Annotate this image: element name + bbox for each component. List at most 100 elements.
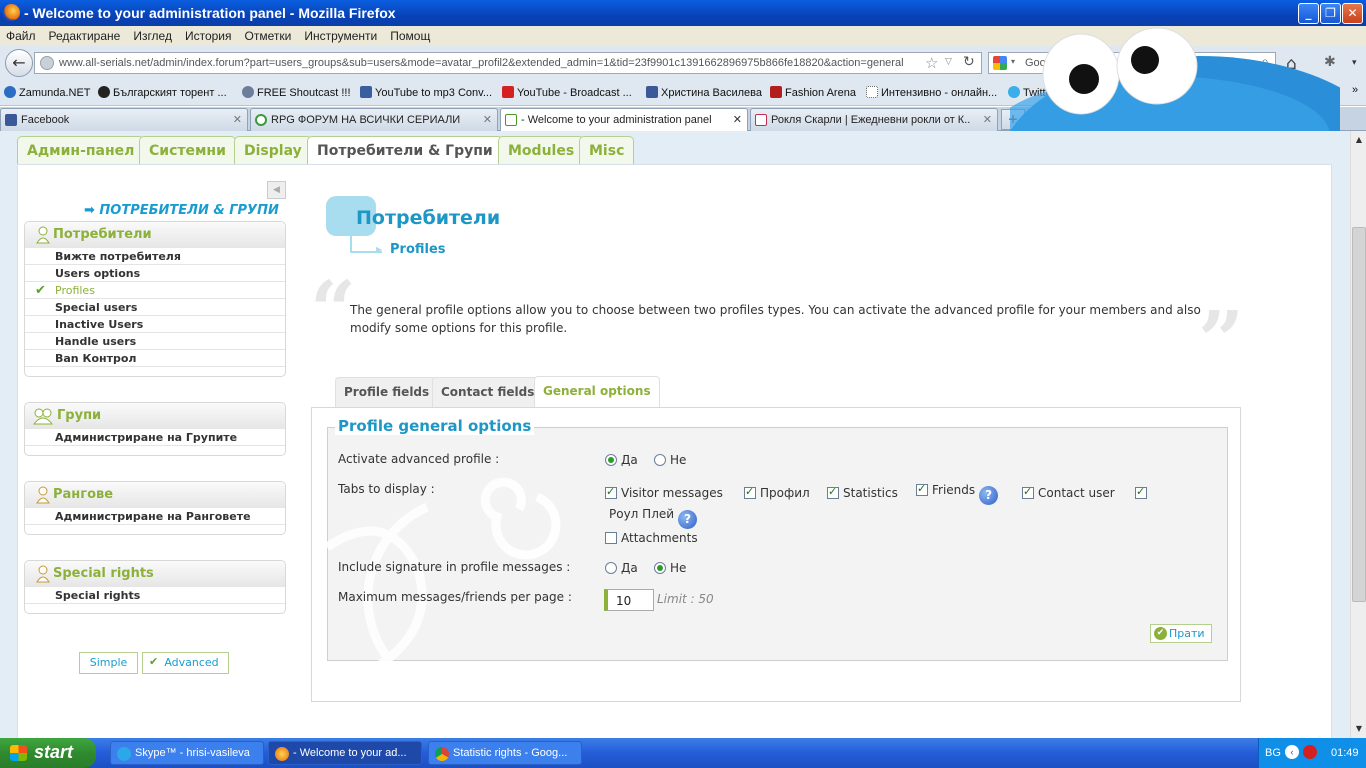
- scroll-up-icon[interactable]: ▲: [1352, 133, 1366, 147]
- checkbox[interactable]: [605, 532, 617, 544]
- tab-admin-panel-home[interactable]: Админ-панел: [17, 136, 145, 164]
- addon-icon[interactable]: ✱: [1324, 54, 1336, 70]
- simple-mode-button[interactable]: Simple: [79, 652, 138, 674]
- checkbox[interactable]: [1135, 485, 1147, 499]
- menu-tools[interactable]: Инструменти: [304, 26, 377, 43]
- max-messages-input[interactable]: 10: [604, 589, 654, 611]
- sidebar-item-special-users[interactable]: Special users: [25, 299, 285, 316]
- toolbar-overflow-icon[interactable]: ▾: [1352, 58, 1357, 68]
- bookmark-rpg-forum[interactable]: RPG ФОРУМ НА ВСИЧ...: [1182, 86, 1325, 99]
- sidebar-item-users-options[interactable]: Users options: [25, 265, 285, 282]
- page-scrollbar[interactable]: ▲ ▼: [1350, 131, 1366, 738]
- tab-display[interactable]: Display: [234, 136, 312, 164]
- search-icon[interactable]: ⌕: [1261, 54, 1269, 70]
- menu-edit[interactable]: Редактиране: [49, 26, 121, 43]
- sidebar-item-inactive-users[interactable]: Inactive Users: [25, 316, 285, 333]
- bookmark-twitter[interactable]: Twitter / Home: [1008, 86, 1094, 99]
- sidebar-item-manage-ranks[interactable]: Администриране на Ранговете: [25, 508, 285, 525]
- menu-view[interactable]: Изглед: [133, 26, 172, 43]
- notification-icon[interactable]: [1303, 745, 1317, 759]
- close-tab-icon[interactable]: ✕: [483, 113, 492, 126]
- sidebar-item-view-user[interactable]: Вижте потребителя: [25, 248, 285, 265]
- checkbox[interactable]: [744, 485, 756, 499]
- home-icon[interactable]: ⌂: [1286, 54, 1297, 74]
- sidebar-item-special-rights[interactable]: Special rights: [25, 587, 285, 604]
- bookmark-youtube-mp3[interactable]: YouTube to mp3 Conv...: [360, 86, 492, 99]
- signature-no[interactable]: Не: [654, 561, 686, 575]
- help-icon[interactable]: ?: [678, 510, 698, 529]
- reload-icon[interactable]: ↻: [963, 54, 975, 70]
- scroll-thumb[interactable]: [1352, 227, 1366, 602]
- taskbar-item-chrome[interactable]: Statistic rights - Goog...: [428, 741, 582, 765]
- advanced-mode-button[interactable]: ✔ Advanced: [142, 652, 229, 674]
- radio-button[interactable]: [654, 454, 666, 466]
- bookmark-bg-torrent[interactable]: Българският торент ...: [98, 86, 227, 99]
- help-icon[interactable]: ?: [979, 486, 999, 505]
- google-search-engine-icon[interactable]: [993, 56, 1007, 70]
- close-tab-icon[interactable]: ✕: [983, 113, 992, 126]
- tab-option-statistics[interactable]: Statistics: [827, 485, 898, 500]
- tab-profile-fields[interactable]: Profile fields: [335, 377, 439, 408]
- bookmark-youtube-broadcast[interactable]: YouTube - Broadcast ...: [502, 86, 632, 99]
- bookmark-hristina[interactable]: Христина Василева: [646, 86, 762, 99]
- tab-rpg-forum[interactable]: RPG ФОРУМ НА ВСИЧКИ СЕРИАЛИ ✕: [250, 108, 498, 131]
- search-input[interactable]: Google: [1025, 57, 1060, 69]
- scroll-down-icon[interactable]: ▼: [1352, 722, 1366, 736]
- menu-help[interactable]: Помощ: [390, 26, 430, 43]
- tab-option-profile[interactable]: Профил: [744, 485, 810, 500]
- tab-option-friends[interactable]: Friends?: [916, 482, 999, 505]
- menu-bookmarks[interactable]: Отметки: [245, 26, 292, 43]
- advanced-profile-yes[interactable]: Да: [605, 453, 638, 467]
- start-button[interactable]: start: [0, 738, 96, 768]
- checkbox[interactable]: [605, 485, 617, 499]
- radio-button[interactable]: [605, 454, 617, 466]
- close-tab-icon[interactable]: ✕: [233, 113, 242, 126]
- tab-facebook[interactable]: Facebook ✕: [0, 108, 248, 131]
- tab-misc[interactable]: Misc: [579, 136, 635, 164]
- maximize-button[interactable]: ❐: [1320, 3, 1341, 24]
- close-tab-icon[interactable]: ✕: [733, 113, 742, 126]
- close-button[interactable]: ✕: [1342, 3, 1363, 24]
- radio-button[interactable]: [605, 562, 617, 574]
- taskbar-item-skype[interactable]: Skype™ - hrisi-vasileva: [110, 741, 264, 765]
- tab-general-options[interactable]: General options: [534, 376, 660, 408]
- minimize-button[interactable]: _: [1298, 3, 1319, 24]
- bookmark-abv[interactable]: АБВ Поща: [1104, 86, 1173, 99]
- tab-option-roleplay-checkbox[interactable]: [1135, 485, 1151, 500]
- signature-yes[interactable]: Да: [605, 561, 638, 575]
- bookmark-zamunda[interactable]: Zamunda.NET: [4, 86, 91, 99]
- tab-option-contact-user[interactable]: Contact user: [1022, 485, 1115, 500]
- back-button[interactable]: ←: [5, 49, 33, 77]
- bookmark-star-icon[interactable]: ☆: [925, 54, 938, 72]
- collapse-sidebar-button[interactable]: ◀: [267, 181, 286, 199]
- tab-admin-panel[interactable]: - Welcome to your administration panel ✕: [500, 108, 748, 132]
- tab-option-attachments[interactable]: Attachments: [605, 531, 698, 545]
- advanced-profile-no[interactable]: Не: [654, 453, 686, 467]
- search-bar[interactable]: ▾ Google ⌕: [988, 52, 1276, 74]
- sidebar-item-ban-control[interactable]: Ban Контрол: [25, 350, 285, 367]
- menu-history[interactable]: История: [185, 26, 232, 43]
- tab-contact-fields[interactable]: Contact fields: [432, 377, 544, 408]
- bookmark-intenzivno[interactable]: Интензивно - онлайн...: [866, 86, 997, 99]
- site-identity-icon[interactable]: [40, 56, 54, 70]
- tab-option-visitor-messages[interactable]: Visitor messages: [605, 485, 723, 500]
- checkbox[interactable]: [916, 482, 928, 496]
- sidebar-item-profiles[interactable]: ✔ Profiles: [25, 282, 285, 299]
- menu-file[interactable]: Файл: [6, 26, 36, 43]
- url-text[interactable]: www.all-serials.net/admin/index.forum?pa…: [59, 57, 904, 69]
- radio-button[interactable]: [654, 562, 666, 574]
- tab-system[interactable]: Системни: [139, 136, 236, 164]
- url-bar[interactable]: www.all-serials.net/admin/index.forum?pa…: [34, 52, 982, 74]
- sidebar-item-handle-users[interactable]: Handle users: [25, 333, 285, 350]
- url-dropdown-icon[interactable]: ▽: [945, 57, 952, 67]
- checkbox[interactable]: [1022, 485, 1034, 499]
- show-hidden-icons-icon[interactable]: ‹: [1285, 745, 1299, 759]
- bookmark-fashion-arena[interactable]: Fashion Arena: [770, 86, 856, 99]
- submit-button[interactable]: ✔ Прати: [1150, 624, 1212, 643]
- tab-modules[interactable]: Modules: [498, 136, 585, 164]
- bookmark-shoutcast[interactable]: FREE Shoutcast !!!: [242, 86, 351, 99]
- search-engine-dropdown-icon[interactable]: ▾: [1011, 57, 1015, 66]
- bookmarks-overflow-icon[interactable]: »: [1352, 84, 1358, 96]
- taskbar-item-firefox[interactable]: - Welcome to your ad...: [268, 741, 422, 765]
- checkbox[interactable]: [827, 485, 839, 499]
